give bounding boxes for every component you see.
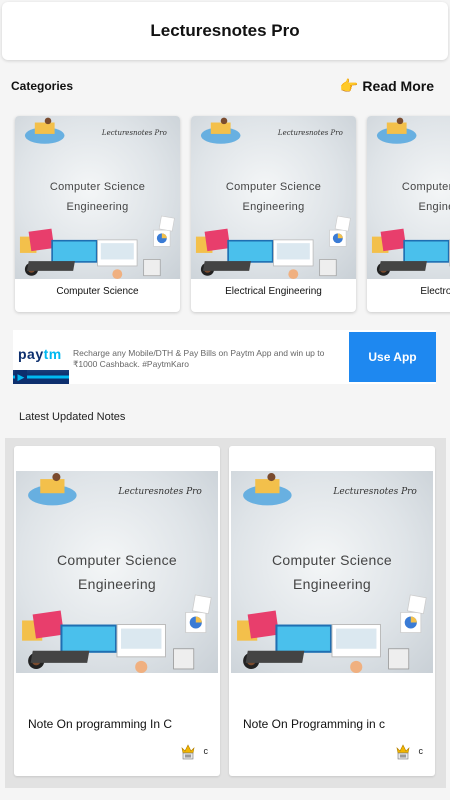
paytm-logo: paytm: [18, 346, 62, 362]
categories-carousel[interactable]: Lecturesnotes Pro Computer Science Engin…: [0, 112, 450, 317]
cover-title-line2: Engineering: [77, 576, 157, 593]
category-card[interactable]: Lecturesnotes Pro Computer Science Engin…: [191, 116, 356, 312]
ad-banner[interactable]: paytm ▶ Recharge any Mobile/DTH & Pay Bi…: [13, 330, 436, 384]
read-more-link[interactable]: 👉 Read More: [340, 78, 434, 94]
ad-play-icon: ▶: [15, 370, 27, 384]
cover-title-line1: Computer Science: [57, 551, 177, 568]
notes-grid: Lecturesnotes Pro Computer Science Engin…: [5, 438, 446, 788]
note-author: c: [418, 746, 424, 756]
cover-brand: Lecturesnotes Pro: [118, 487, 202, 498]
desk-illustration: [22, 473, 212, 673]
cover-title-line1: Computer Science: [225, 181, 322, 194]
note-thumbnail: Lecturesnotes Pro Computer Science Engin…: [231, 471, 433, 673]
course-cover: Lecturesnotes Pro Computer Science Engin…: [231, 471, 433, 673]
cover-title-line2: Engineering: [292, 576, 372, 593]
course-cover: Lecturesnotes Pro Computer Science Engin…: [367, 116, 450, 279]
categories-title: Categories: [11, 79, 74, 93]
cover-title-line1: Computer Science: [401, 181, 450, 194]
categories-header: Categories 👉 Read More: [0, 68, 450, 104]
desk-illustration: [19, 117, 175, 279]
cover-title-line2: Engineering: [66, 200, 129, 213]
ad-choices-strip: ▶: [13, 370, 69, 384]
category-thumbnail: Lecturesnotes Pro Computer Science Engin…: [15, 116, 180, 279]
category-card[interactable]: Lecturesnotes Pro Computer Science Engin…: [15, 116, 180, 312]
cover-title-line2: Engineering: [418, 200, 450, 213]
cover-brand: Lecturesnotes Pro: [277, 129, 343, 138]
use-app-button[interactable]: Use App: [349, 332, 436, 382]
category-label: Computer Science: [56, 286, 139, 297]
note-thumbnail: Lecturesnotes Pro Computer Science Engin…: [16, 471, 218, 673]
app-title: Lecturesnotes Pro: [150, 21, 300, 40]
cover-title-line1: Computer Science: [272, 551, 392, 568]
course-cover: Lecturesnotes Pro Computer Science Engin…: [15, 116, 180, 279]
read-more-label: Read More: [362, 78, 434, 94]
note-title: Note On programming In C: [28, 717, 173, 731]
crown-badge-icon: [396, 744, 409, 760]
note-title: Note On Programming in c: [243, 717, 386, 731]
category-card[interactable]: Lecturesnotes Pro Computer Science Engin…: [367, 116, 450, 312]
pointing-hand-icon: 👉: [339, 77, 359, 95]
category-label: Electronics &: [420, 286, 450, 297]
latest-notes-title: Latest Updated Notes: [19, 411, 126, 423]
cover-title-line2: Engineering: [242, 200, 305, 213]
note-card[interactable]: Lecturesnotes Pro Computer Science Engin…: [14, 446, 220, 776]
desk-illustration: [237, 473, 427, 673]
course-cover: Lecturesnotes Pro Computer Science Engin…: [191, 116, 356, 279]
crown-badge-icon: [181, 744, 194, 760]
cover-brand: Lecturesnotes Pro: [101, 129, 167, 138]
category-thumbnail: Lecturesnotes Pro Computer Science Engin…: [191, 116, 356, 279]
category-label: Electrical Engineering: [225, 286, 322, 297]
note-meta: c: [395, 742, 424, 760]
cover-brand: Lecturesnotes Pro: [333, 487, 417, 498]
course-cover: Lecturesnotes Pro Computer Science Engin…: [16, 471, 218, 673]
app-bar: Lecturesnotes Pro: [2, 2, 448, 60]
desk-illustration: [195, 117, 351, 279]
category-thumbnail: Lecturesnotes Pro Computer Science Engin…: [367, 116, 450, 279]
note-author: c: [203, 746, 209, 756]
ad-text: Recharge any Mobile/DTH & Pay Bills on P…: [73, 348, 325, 369]
note-card[interactable]: Lecturesnotes Pro Computer Science Engin…: [229, 446, 435, 776]
cover-title-line1: Computer Science: [49, 181, 146, 194]
desk-illustration: [371, 117, 450, 276]
note-meta: c: [180, 742, 209, 760]
